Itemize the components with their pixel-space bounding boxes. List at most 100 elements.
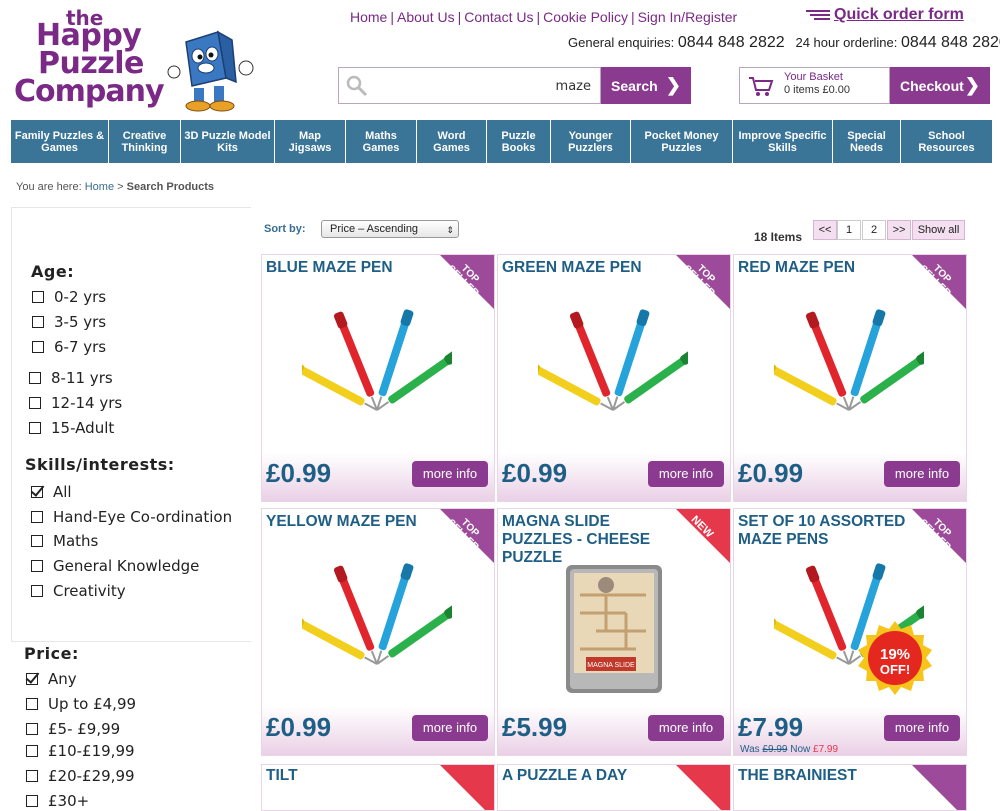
skills-option[interactable]: Creativity bbox=[31, 582, 126, 600]
maze-pens-image[interactable] bbox=[302, 305, 452, 415]
card-footer: £0.99 more info bbox=[734, 453, 966, 501]
quick-order-link[interactable]: Quick order form bbox=[806, 6, 964, 24]
age-option[interactable]: 15-Adult bbox=[29, 419, 114, 437]
price-option[interactable]: £5- £9,99 bbox=[26, 720, 120, 738]
skills-option[interactable]: General Knowledge bbox=[31, 557, 199, 575]
nav-map-jigsaws[interactable]: Map Jigsaws bbox=[275, 120, 346, 163]
nav-word-games[interactable]: Word Games bbox=[417, 120, 487, 163]
nav-puzzle-books[interactable]: Puzzle Books bbox=[487, 120, 551, 163]
nav-special-needs[interactable]: Special Needs bbox=[833, 120, 901, 163]
checkbox[interactable] bbox=[26, 723, 38, 735]
checkbox-checked[interactable] bbox=[26, 673, 38, 685]
more-info-button[interactable]: more info bbox=[648, 715, 724, 741]
checkbox[interactable] bbox=[26, 745, 38, 757]
checkbox[interactable] bbox=[29, 372, 41, 384]
skills-option[interactable]: All bbox=[31, 483, 72, 501]
checkbox[interactable] bbox=[32, 341, 44, 353]
product-title[interactable]: THE BRAINIEST bbox=[738, 767, 938, 785]
checkbox[interactable] bbox=[26, 698, 38, 710]
more-info-button[interactable]: more info bbox=[412, 715, 488, 741]
product-card[interactable]: Set of 10 Assorted Maze Pens TOP SELLER … bbox=[733, 508, 967, 756]
more-info-button[interactable]: more info bbox=[648, 461, 724, 487]
product-title[interactable]: Blue Maze Pen bbox=[266, 259, 466, 277]
phone-numbers: General enquiries: 0844 848 2822 24 hour… bbox=[568, 34, 1000, 52]
age-option[interactable]: 12-14 yrs bbox=[29, 394, 122, 412]
sign-in-register-link[interactable]: Sign In/Register bbox=[638, 9, 738, 25]
page-last-button[interactable]: >> bbox=[887, 220, 911, 240]
product-price: £5.99 bbox=[502, 712, 568, 742]
page-2-button[interactable]: 2 bbox=[862, 220, 886, 240]
product-card[interactable]: THE BRAINIEST bbox=[733, 764, 967, 811]
price-option-label: Up to £4,99 bbox=[48, 695, 137, 713]
home-link[interactable]: Home bbox=[350, 9, 387, 25]
product-card[interactable]: Blue Maze Pen TOP SELLER £0.99 more info bbox=[261, 254, 495, 502]
price-option[interactable]: Any bbox=[26, 670, 77, 688]
nav-younger-puzzlers[interactable]: Younger Puzzlers bbox=[551, 120, 631, 163]
checkbox[interactable] bbox=[26, 795, 38, 807]
nav-creative-thinking[interactable]: Creative Thinking bbox=[109, 120, 181, 163]
checkbox[interactable] bbox=[31, 535, 43, 547]
product-card[interactable]: Magna Slide Puzzles - Cheese Puzzle NEW … bbox=[497, 508, 731, 756]
product-title[interactable]: Green Maze Pen bbox=[502, 259, 702, 277]
product-card[interactable]: A PUZZLE A DAY bbox=[497, 764, 731, 811]
basket-summary[interactable]: Your Basket 0 items £0.00 bbox=[739, 67, 890, 104]
product-title[interactable]: Set of 10 Assorted Maze Pens bbox=[738, 513, 928, 549]
top-seller-ribbon: TOP SELLER bbox=[440, 255, 494, 309]
page-1-button[interactable]: 1 bbox=[837, 220, 861, 240]
sort-select[interactable]: Price – Ascending ⇕ bbox=[321, 220, 459, 238]
more-info-button[interactable]: more info bbox=[884, 461, 960, 487]
maze-pens-image[interactable] bbox=[538, 305, 688, 415]
filter-sidebar: Age: 0-2 yrs 3-5 yrs 6-7 yrs 8-11 yrs 12… bbox=[11, 207, 251, 642]
skills-option[interactable]: Maths bbox=[31, 532, 98, 550]
checkbox[interactable] bbox=[31, 560, 43, 572]
show-all-button[interactable]: Show all bbox=[912, 220, 965, 240]
checkbox[interactable] bbox=[29, 422, 41, 434]
nav-maths-games[interactable]: Maths Games bbox=[346, 120, 417, 163]
price-option[interactable]: £30+ bbox=[26, 792, 89, 810]
product-card[interactable]: Yellow Maze Pen TOP SELLER £0.99 more in… bbox=[261, 508, 495, 756]
age-option[interactable]: 8-11 yrs bbox=[29, 369, 113, 387]
product-title[interactable]: Magna Slide Puzzles - Cheese Puzzle bbox=[502, 513, 682, 567]
more-info-button[interactable]: more info bbox=[884, 715, 960, 741]
price-option[interactable]: £20-£29,99 bbox=[26, 767, 135, 785]
checkbox[interactable] bbox=[32, 291, 44, 303]
product-title[interactable]: Yellow Maze Pen bbox=[266, 513, 466, 531]
contact-us-link[interactable]: Contact Us bbox=[464, 9, 533, 25]
price-option[interactable]: Up to £4,99 bbox=[26, 695, 136, 713]
nav-family-puzzles[interactable]: Family Puzzles & Games bbox=[11, 120, 109, 163]
maze-pens-image[interactable] bbox=[302, 559, 452, 669]
skills-option[interactable]: Hand-Eye Co-ordination bbox=[31, 508, 232, 526]
age-option[interactable]: 3-5 yrs bbox=[32, 313, 106, 331]
product-title[interactable]: Red Maze Pen bbox=[738, 259, 938, 277]
price-option[interactable]: £10-£19,99 bbox=[26, 742, 135, 760]
nav-3d-puzzle-model-kits[interactable]: 3D Puzzle Model Kits bbox=[181, 120, 275, 163]
top-seller-ribbon: TOP SELLER bbox=[440, 509, 494, 563]
checkbox[interactable] bbox=[26, 770, 38, 782]
age-option[interactable]: 0-2 yrs bbox=[32, 288, 106, 306]
cookie-policy-link[interactable]: Cookie Policy bbox=[543, 9, 628, 25]
product-card[interactable]: Green Maze Pen TOP SELLER £0.99 more inf… bbox=[497, 254, 731, 502]
checkbox[interactable] bbox=[32, 316, 44, 328]
checkout-button[interactable]: Checkout ❯ bbox=[890, 67, 990, 104]
nav-school-resources[interactable]: School Resources bbox=[901, 120, 992, 163]
page-first-button[interactable]: << bbox=[813, 220, 837, 240]
more-info-button[interactable]: more info bbox=[412, 461, 488, 487]
search-button[interactable]: Search ❯ bbox=[601, 67, 691, 104]
site-logo[interactable]: the Happy Puzzle Company bbox=[12, 8, 254, 112]
breadcrumb-home-link[interactable]: Home bbox=[85, 181, 114, 193]
nav-pocket-money-puzzles[interactable]: Pocket Money Puzzles bbox=[631, 120, 733, 163]
product-card[interactable]: Red Maze Pen TOP SELLER £0.99 more info bbox=[733, 254, 967, 502]
about-us-link[interactable]: About Us bbox=[397, 9, 455, 25]
checkbox[interactable] bbox=[31, 585, 43, 597]
nav-improve-specific-skills[interactable]: Improve Specific Skills bbox=[733, 120, 833, 163]
product-card[interactable]: TILT bbox=[261, 764, 495, 811]
checkbox-checked[interactable] bbox=[31, 486, 43, 498]
search-input[interactable] bbox=[379, 74, 591, 98]
maze-pens-image[interactable] bbox=[774, 305, 924, 415]
age-option[interactable]: 6-7 yrs bbox=[32, 338, 106, 356]
product-title[interactable]: A PUZZLE A DAY bbox=[502, 767, 702, 785]
product-title[interactable]: TILT bbox=[266, 767, 466, 785]
checkbox[interactable] bbox=[29, 397, 41, 409]
checkbox[interactable] bbox=[31, 511, 43, 523]
magna-slide-cheese-image[interactable]: MAGNA SLIDE bbox=[566, 565, 662, 693]
